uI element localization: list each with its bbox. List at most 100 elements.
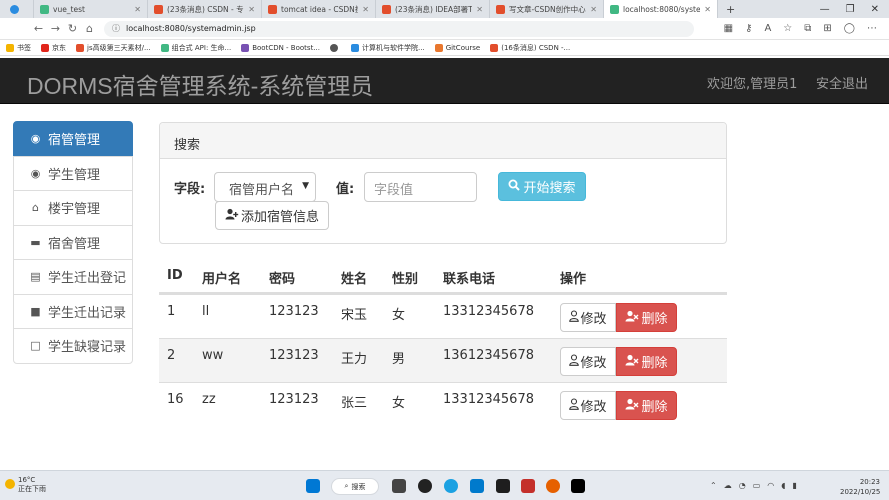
home-icon: ⌂	[32, 201, 39, 215]
user-edit-icon	[569, 397, 580, 414]
sidebar-item-moveout-register[interactable]: ▤ 学生迁出登记	[13, 259, 133, 295]
browser-tab[interactable]: tomcat idea - CSDN搜索✕	[262, 0, 376, 18]
browser-tab-active[interactable]: localhost:8080/systemadmin✕	[604, 0, 718, 18]
system-tray: ⌃ ☁ ◔ ▭ ◠ ◖ ▮	[710, 481, 797, 490]
column-header: 联系电话	[443, 272, 496, 287]
bookmark-item[interactable]: 组合式 API: 生命...	[160, 43, 231, 53]
collections-icon[interactable]: ⊞	[823, 23, 831, 34]
browser-tab[interactable]: (23条消息) IDEA部署Tomcat...✕	[376, 0, 490, 18]
delete-button[interactable]: 删除	[616, 303, 677, 332]
windows-start-icon[interactable]	[306, 479, 320, 493]
close-window-icon[interactable]: ✕	[871, 4, 879, 15]
cell-password: 123123	[269, 392, 319, 407]
bookmark-item[interactable]	[330, 43, 341, 52]
delete-button[interactable]: 删除	[616, 347, 677, 376]
value-input[interactable]: 字段值	[364, 172, 477, 202]
sidebar-item-moveout-records[interactable]: ■ 学生迁出记录	[13, 293, 133, 329]
task-view-icon[interactable]	[392, 479, 406, 493]
qq-icon[interactable]	[418, 479, 432, 493]
table-row: 2 ww 123123 王力 男 13612345678 修改 删除	[159, 338, 727, 382]
translate-icon[interactable]: A	[764, 23, 771, 34]
search-icon	[508, 179, 521, 195]
bookmark-item[interactable]: 书签	[6, 43, 31, 53]
sidebar-menu: ◉ 宿管管理 ◉ 学生管理 ⌂ 楼宇管理 ▬ 宿舍管理 ▤ 学生迁出登记 ■ 学生迁出记录 …	[13, 121, 133, 364]
bookmark-item[interactable]: GitCourse	[434, 43, 480, 52]
user-remove-icon	[625, 354, 639, 370]
app-brand[interactable]: DORMS宿舍管理系统-系统管理员	[27, 67, 373, 101]
extensions-icon[interactable]: ⧉	[804, 23, 811, 34]
chevron-up-icon[interactable]: ⌃	[710, 481, 717, 490]
edit-button[interactable]: 修改	[560, 391, 616, 420]
table-row: 1 ll 123123 宋玉 女 13312345678 修改 删除	[159, 294, 727, 338]
bookmark-item[interactable]: 京东	[41, 43, 66, 53]
forward-icon[interactable]: →	[47, 22, 64, 35]
column-header: 姓名	[341, 272, 368, 287]
sidebar-item-dorm-manager[interactable]: ◉ 宿管管理	[13, 121, 133, 157]
search-button[interactable]: 开始搜索	[498, 172, 586, 201]
sidebar-item-student[interactable]: ◉ 学生管理	[13, 155, 133, 191]
chevron-down-icon: ▼	[302, 181, 309, 191]
bookmark-item[interactable]: 计算机与软件学院...	[351, 43, 425, 53]
toolbar-icons: ▦ ⚷ A ☆ ⧉ ⊞ ◯ ⋯	[724, 23, 889, 34]
field-select[interactable]: 宿管用户名 ▼	[214, 172, 316, 202]
network-icon[interactable]: ◔	[739, 481, 746, 490]
close-icon[interactable]: ✕	[586, 5, 597, 14]
close-icon[interactable]: ✕	[700, 5, 711, 14]
firefox-icon[interactable]	[546, 479, 560, 493]
weather-widget[interactable]: 16°C 正在下雨	[18, 476, 46, 494]
welcome-link[interactable]: 欢迎您,管理员1	[707, 73, 797, 92]
app-icon[interactable]	[521, 479, 535, 493]
bookmark-item[interactable]: (16条消息) CSDN -...	[490, 43, 570, 53]
search-icon: ⌕	[344, 482, 349, 490]
bed-icon: ▬	[30, 235, 41, 249]
browser-tab[interactable]: 写文章-CSDN创作中心 ✕	[490, 0, 604, 18]
battery-icon[interactable]: ▮	[792, 481, 796, 490]
bookmark-item[interactable]: js高级第三天素材/...	[76, 43, 151, 53]
back-icon[interactable]: ←	[30, 22, 47, 35]
add-manager-button[interactable]: 添加宿管信息	[215, 201, 329, 230]
minimize-icon[interactable]: —	[820, 4, 830, 15]
cloud-icon[interactable]: ☁	[724, 481, 732, 490]
close-icon[interactable]: ✕	[130, 5, 141, 14]
edge-icon[interactable]	[444, 479, 458, 493]
profile-icon[interactable]: ◯	[844, 23, 855, 34]
school-icon	[351, 43, 359, 52]
browser-tab[interactable]: vue_test ✕	[34, 0, 148, 18]
taskbar-search[interactable]: ⌕ 搜索	[331, 478, 379, 495]
new-tab-button[interactable]: +	[718, 3, 743, 16]
intellij-icon[interactable]	[571, 479, 585, 493]
close-icon[interactable]: ✕	[472, 5, 483, 14]
key-icon[interactable]: ⚷	[745, 23, 752, 34]
vscode-icon[interactable]	[470, 479, 484, 493]
sidebar-item-absence-records[interactable]: □ 学生缺寝记录	[13, 328, 133, 364]
menu-icon[interactable]: ⋯	[867, 23, 877, 34]
display-icon[interactable]: ▭	[753, 481, 761, 490]
bookmark-item[interactable]: BootCDN - Bootst...	[241, 43, 320, 52]
value-label: 值:	[336, 182, 355, 197]
weather-icon	[5, 479, 15, 489]
delete-button[interactable]: 删除	[616, 391, 677, 420]
wifi-icon[interactable]: ◠	[767, 481, 774, 490]
taskbar-clock[interactable]: 20:23 2022/10/25	[840, 477, 880, 497]
csdn-icon	[496, 4, 505, 14]
cell-id: 2	[167, 348, 176, 363]
maximize-icon[interactable]: ❐	[846, 4, 855, 15]
url-input[interactable]: ⓘ localhost:8080/systemadmin.jsp	[104, 20, 694, 37]
qr-icon[interactable]: ▦	[724, 23, 733, 34]
star-icon[interactable]: ☆	[783, 23, 792, 34]
close-icon[interactable]: ✕	[358, 5, 369, 14]
terminal-icon[interactable]	[496, 479, 510, 493]
github-icon	[330, 43, 338, 52]
logout-link[interactable]: 安全退出	[816, 73, 868, 92]
window-controls: — ❐ ✕	[820, 4, 889, 15]
edit-button[interactable]: 修改	[560, 303, 616, 332]
reload-icon[interactable]: ↻	[64, 22, 81, 35]
home-icon[interactable]: ⌂	[81, 22, 98, 35]
edit-button[interactable]: 修改	[560, 347, 616, 376]
sidebar-item-dorm[interactable]: ▬ 宿舍管理	[13, 224, 133, 260]
browser-tab[interactable]: (23条消息) CSDN - 专业开发者社...✕	[148, 0, 262, 18]
sidebar-item-building[interactable]: ⌂ 楼宇管理	[13, 190, 133, 226]
volume-icon[interactable]: ◖	[781, 481, 785, 490]
close-icon[interactable]: ✕	[244, 5, 255, 14]
cell-username: zz	[202, 392, 216, 407]
